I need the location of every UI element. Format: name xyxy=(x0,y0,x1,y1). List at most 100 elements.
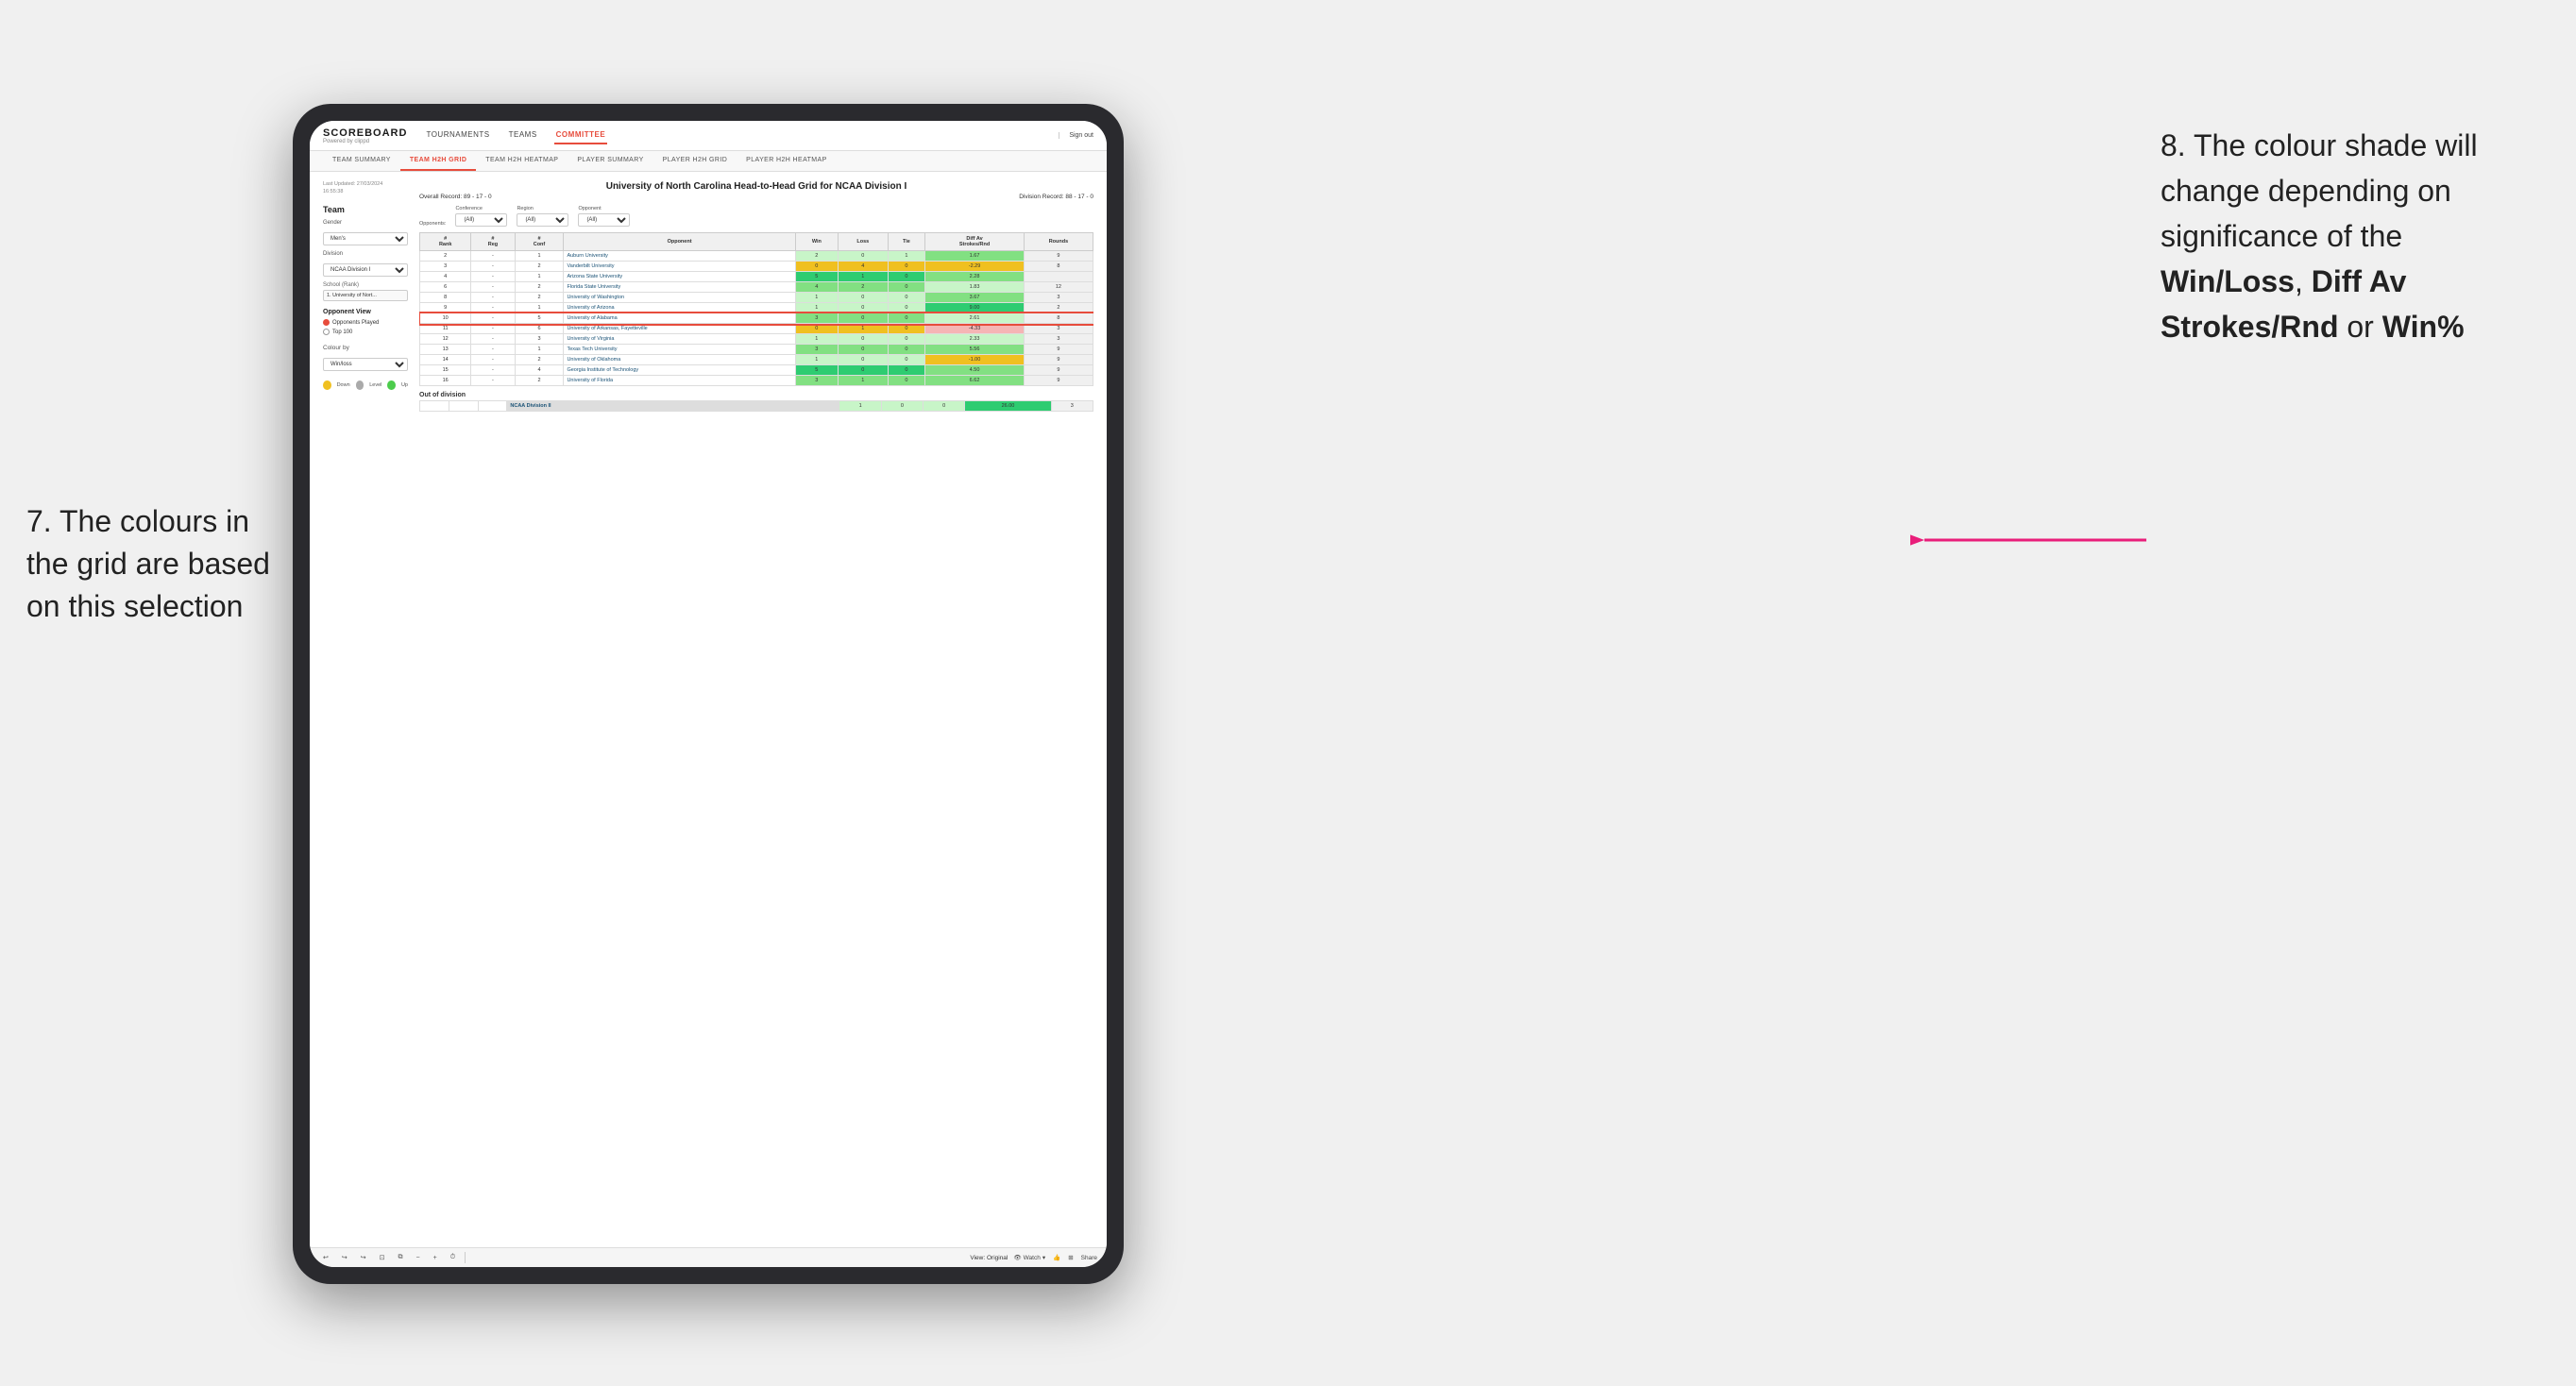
cell-diff: 2.33 xyxy=(925,334,1025,345)
cell-opponent: Vanderbilt University xyxy=(564,262,795,272)
tab-team-h2h-heatmap[interactable]: TEAM H2H HEATMAP xyxy=(476,151,568,171)
bottom-toolbar: ↩ ↪ ↪ ⊡ ⧉ − + ⏱ View: Original 👁 Watch ▾… xyxy=(310,1247,1107,1267)
tab-player-h2h-grid[interactable]: PLAYER H2H GRID xyxy=(653,151,737,171)
out-division-table: NCAA Division II 1 0 0 26.00 3 xyxy=(419,400,1093,412)
cell-loss: 0 xyxy=(881,401,923,412)
logo-text: SCOREBOARD xyxy=(323,127,407,139)
table-row: 10 - 5 University of Alabama 3 0 0 2.61 … xyxy=(420,313,1093,324)
cell-rank: 14 xyxy=(420,355,471,365)
cell-rank: 2 xyxy=(420,251,471,262)
cell-tie: 0 xyxy=(888,303,924,313)
nav-committee[interactable]: COMMITTEE xyxy=(554,127,608,144)
cell-opponent: Georgia Institute of Technology xyxy=(564,365,795,376)
gender-select[interactable]: Men's xyxy=(323,232,408,245)
cell-rounds: 9 xyxy=(1024,345,1093,355)
cell-diff: 9.00 xyxy=(925,303,1025,313)
out-division-header: Out of division xyxy=(419,386,1093,400)
opponent-view-title: Opponent View xyxy=(323,309,408,315)
cell-reg xyxy=(449,401,478,412)
plus-button[interactable]: + xyxy=(430,1253,441,1263)
tab-player-h2h-heatmap[interactable]: PLAYER H2H HEATMAP xyxy=(737,151,837,171)
nav-links: TOURNAMENTS TEAMS COMMITTEE xyxy=(424,127,1042,144)
share-button[interactable]: Share xyxy=(1081,1255,1097,1261)
cell-reg: - xyxy=(471,313,515,324)
undo-button[interactable]: ↩ xyxy=(319,1252,332,1263)
cell-loss: 1 xyxy=(838,272,888,282)
radio-top100[interactable]: Top 100 xyxy=(323,329,408,335)
table-row: 4 - 1 Arizona State University 5 1 0 2.2… xyxy=(420,272,1093,282)
col-rank: #Rank xyxy=(420,233,471,251)
crop-button[interactable]: ⊡ xyxy=(376,1252,389,1263)
cell-loss: 2 xyxy=(838,282,888,293)
col-rounds: Rounds xyxy=(1024,233,1093,251)
tab-team-h2h-grid[interactable]: TEAM H2H GRID xyxy=(400,151,476,171)
cell-conf: 2 xyxy=(515,282,564,293)
cell-loss: 1 xyxy=(838,324,888,334)
cell-loss: 1 xyxy=(838,376,888,386)
sign-out-link[interactable]: Sign out xyxy=(1059,132,1093,139)
logo-sub: Powered by clippd xyxy=(323,139,407,144)
clock-button[interactable]: ⏱ xyxy=(447,1252,459,1263)
cell-tie: 0 xyxy=(888,313,924,324)
radio-opponents-played[interactable]: Opponents Played xyxy=(323,319,408,326)
cell-conf: 2 xyxy=(515,293,564,303)
cell-tie: 0 xyxy=(888,324,924,334)
school-value: 1. University of Nort... xyxy=(323,290,408,301)
division-select[interactable]: NCAA Division I xyxy=(323,263,408,277)
cell-win: 5 xyxy=(795,272,838,282)
cell-conf: 5 xyxy=(515,313,564,324)
cell-rounds: 9 xyxy=(1024,376,1093,386)
share-icon[interactable]: ⊞ xyxy=(1068,1254,1073,1261)
colour-by-select[interactable]: Win/loss xyxy=(323,358,408,371)
conference-select[interactable]: (All) xyxy=(455,213,507,227)
cell-reg: - xyxy=(471,303,515,313)
forward-button[interactable]: ↪ xyxy=(357,1252,370,1263)
opponents-filter-label: Opponents: xyxy=(419,221,446,227)
cell-reg: - xyxy=(471,365,515,376)
cell-conf: 4 xyxy=(515,365,564,376)
cell-rounds: 3 xyxy=(1051,401,1093,412)
cell-reg: - xyxy=(471,345,515,355)
cell-diff: 1.83 xyxy=(925,282,1025,293)
cell-opponent: University of Washington xyxy=(564,293,795,303)
conference-filter-label: Conference xyxy=(455,206,507,211)
table-row: 6 - 2 Florida State University 4 2 0 1.8… xyxy=(420,282,1093,293)
nav-teams[interactable]: TEAMS xyxy=(507,127,539,144)
cell-tie: 0 xyxy=(888,365,924,376)
thumbs-button[interactable]: 👍 xyxy=(1053,1254,1060,1261)
division-label: Division xyxy=(323,251,408,257)
copy-button[interactable]: ⧉ xyxy=(395,1252,407,1263)
cell-rank: 3 xyxy=(420,262,471,272)
legend-up-dot xyxy=(387,380,396,390)
cell-diff: 2.61 xyxy=(925,313,1025,324)
tab-player-summary[interactable]: PLAYER SUMMARY xyxy=(568,151,652,171)
col-diff: Diff AvStrokes/Rnd xyxy=(925,233,1025,251)
cell-win: 2 xyxy=(795,251,838,262)
cell-conf: 3 xyxy=(515,334,564,345)
cell-diff: -2.29 xyxy=(925,262,1025,272)
arrow-right-icon xyxy=(1910,524,2156,557)
cell-win: 1 xyxy=(795,334,838,345)
cell-rounds: 3 xyxy=(1024,324,1093,334)
opponent-select[interactable]: (All) xyxy=(578,213,630,227)
cell-win: 3 xyxy=(795,376,838,386)
cell-tie: 0 xyxy=(924,401,965,412)
cell-diff: 5.56 xyxy=(925,345,1025,355)
cell-win: 1 xyxy=(795,293,838,303)
radio-unselected-icon xyxy=(323,329,330,335)
right-panel: University of North Carolina Head-to-Hea… xyxy=(419,181,1093,1238)
table-row: 13 - 1 Texas Tech University 3 0 0 5.56 … xyxy=(420,345,1093,355)
cell-diff: -1.00 xyxy=(925,355,1025,365)
nav-tournaments[interactable]: TOURNAMENTS xyxy=(424,127,491,144)
minus-button[interactable]: − xyxy=(413,1253,424,1263)
cell-opponent: University of Florida xyxy=(564,376,795,386)
legend-level-dot xyxy=(356,380,364,390)
region-select[interactable]: (All) xyxy=(517,213,568,227)
redo-button[interactable]: ↪ xyxy=(338,1252,351,1263)
cell-reg: - xyxy=(471,376,515,386)
cell-loss: 0 xyxy=(838,303,888,313)
tab-team-summary[interactable]: TEAM SUMMARY xyxy=(323,151,400,171)
col-win: Win xyxy=(795,233,838,251)
watch-button[interactable]: 👁 Watch ▾ xyxy=(1013,1254,1045,1261)
cell-win: 1 xyxy=(795,355,838,365)
